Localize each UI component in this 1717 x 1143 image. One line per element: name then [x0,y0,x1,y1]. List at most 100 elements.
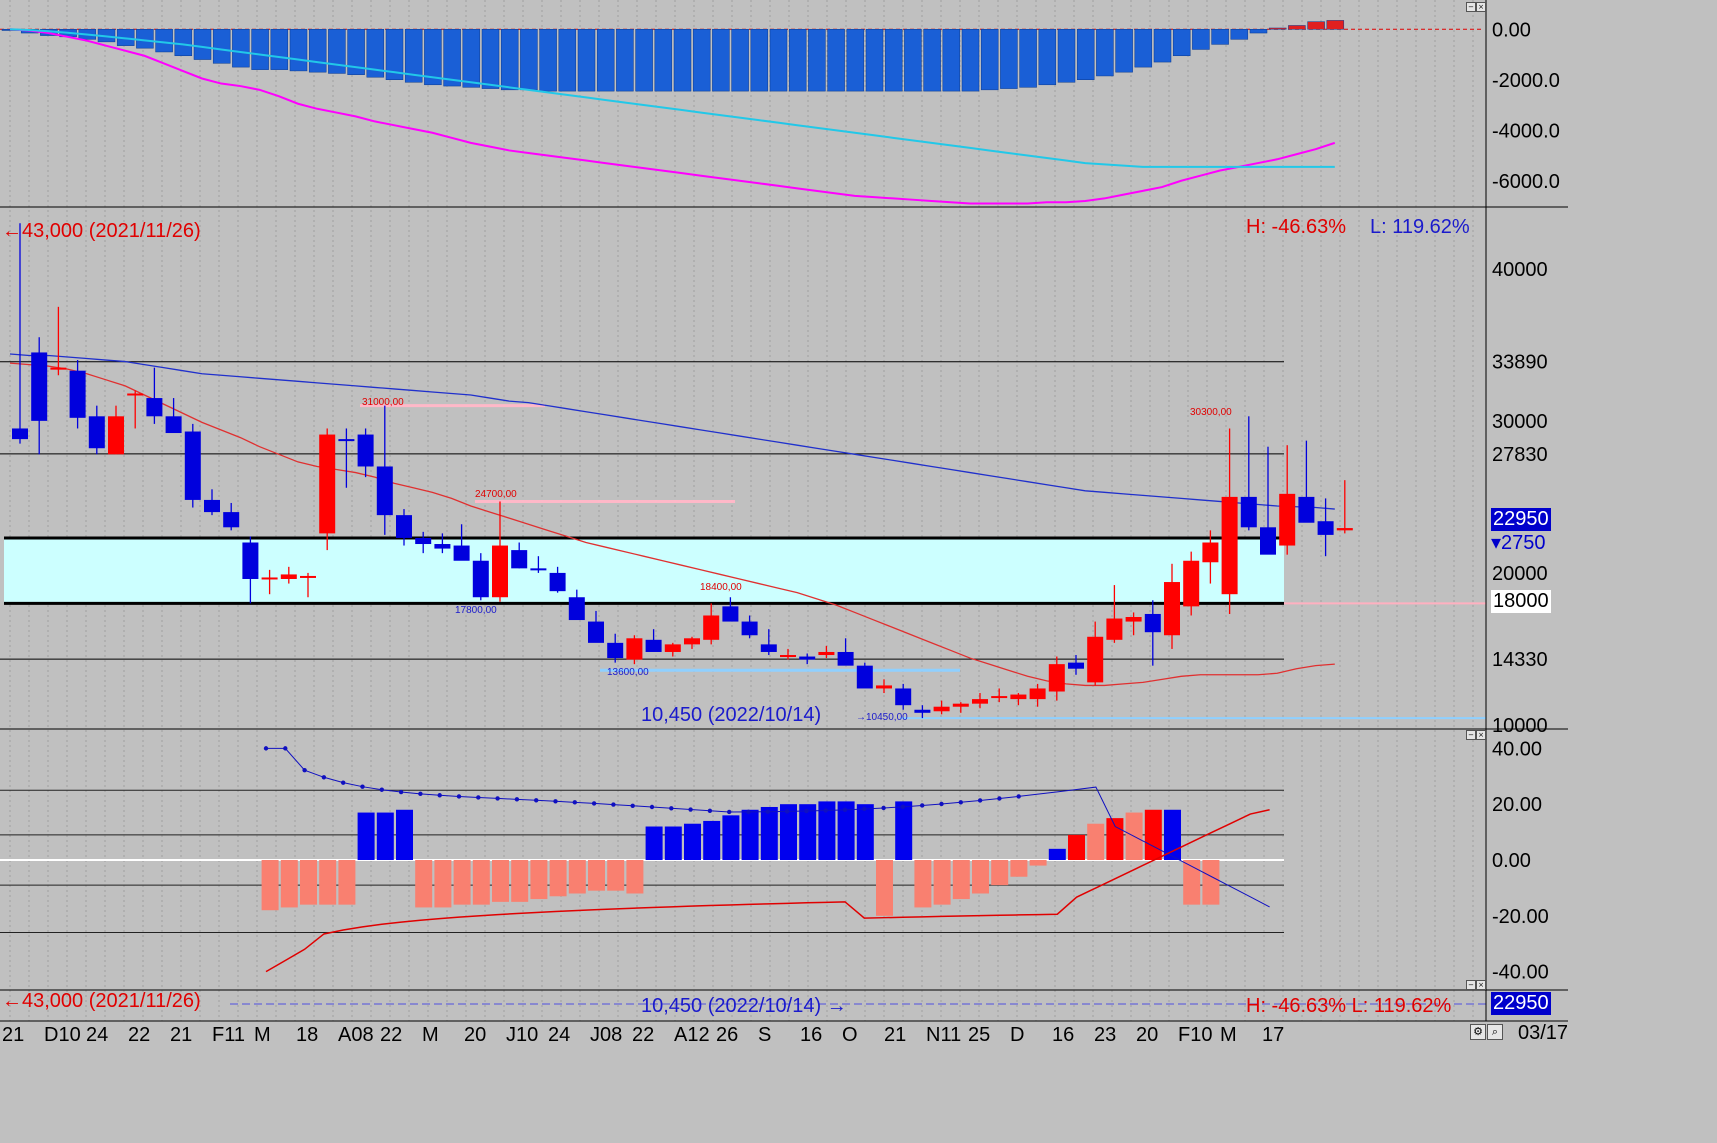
macd-histogram-bar [1307,21,1325,30]
oscillator-bar [549,860,567,897]
oscillator-bar [280,860,298,908]
macd-histogram-bar [1115,29,1133,73]
oscillator-bar [895,801,913,860]
oscillator-signal-point [977,798,983,803]
panel-minimize-icon[interactable]: − [1466,980,1476,990]
x-axis-tick-label: D [1010,1024,1024,1044]
macd-histogram-bar [750,29,769,92]
x-axis-tick-label: M [1220,1024,1237,1044]
macd-histogram-bar [155,29,173,53]
candle-body [12,428,28,440]
macd-histogram-bar [193,29,212,60]
oscillator-signal-point [630,803,635,808]
macd-histogram-bar [1172,29,1191,57]
ticker-high-marker: ←43,000 (2021/11/26) [2,990,201,1012]
macd-histogram-bar [788,29,807,92]
candle-body [722,606,739,622]
oscillator-signal-point [263,746,269,751]
x-axis-tick-label: 25 [968,1024,990,1044]
price-y-tick-label: 27830 [1492,444,1548,466]
x-axis-tick-label: F10 [1178,1024,1212,1044]
oscillator-signal-point [939,801,944,807]
oscillator-signal-point [746,809,751,815]
macd-histogram-bar [232,29,250,68]
candle-body [568,597,585,621]
oscillator-signal-point [283,746,288,751]
annotation-label: 31000,00 [362,397,404,408]
x-axis-tick-label: 20 [464,1024,486,1044]
oscillator-bar [568,860,586,894]
x-axis-tick-label: O [842,1024,858,1044]
oscillator-bar [1106,818,1124,860]
x-axis-end-label: 03/17 [1518,1022,1569,1044]
macd-histogram-bar [1000,29,1018,89]
oscillator-signal-point [476,795,481,800]
macd-histogram-bar [1076,29,1095,80]
candle-body [242,542,259,579]
oscillator-signal-point [649,804,655,810]
oscillator-signal-point [842,807,848,813]
candle-body [684,638,700,645]
oscillator-bar [261,860,279,911]
oscillator-signal-point [765,809,770,814]
oscillator-bar [338,860,356,905]
macd-histogram-bar [1096,29,1114,77]
candle-body [338,439,355,442]
panel-close-icon[interactable]: × [1476,2,1486,12]
macd-histogram-bar [1038,29,1057,86]
macd-histogram-bar [270,29,289,70]
osc-y-tick-label: -40.00 [1492,962,1549,984]
oscillator-signal-point [707,808,713,813]
macd-histogram-bar [865,29,884,92]
macd-histogram-bar [520,29,538,91]
oscillator-signal-point [456,794,462,799]
x-axis-tick-label: A12 [674,1024,710,1044]
oscillator-bar [914,860,932,908]
macd-histogram-bar [1211,29,1229,45]
zoom-icon[interactable]: ⌕ [1487,1024,1503,1040]
candle-body [511,550,528,569]
candle-body [760,644,777,652]
candle-body [914,709,931,713]
x-axis-tick-label: S [758,1024,771,1044]
x-axis-tick-label: 23 [1094,1024,1116,1044]
macd-histogram-bar [308,29,327,73]
support-band [4,537,1284,604]
ticker-low-marker: 10,450 (2022/10/14) → [641,995,847,1017]
panel-minimize-icon[interactable]: − [1466,2,1476,12]
stat-high-label: H: -46.63% [1246,216,1347,238]
oscillator-signal-point [534,798,539,803]
candle-body [1125,617,1142,622]
macd-y-tick-label: -4000.0 [1492,120,1560,142]
candle-body [1202,542,1219,563]
candle-body [127,393,144,396]
macd-histogram-bar [1230,29,1249,40]
panel-minimize-icon[interactable]: − [1466,730,1476,740]
candle-body [415,537,432,545]
oscillator-bar [876,860,893,916]
candle-body [626,638,643,660]
macd-histogram-bar [1268,27,1287,30]
x-axis-tick-label: 26 [716,1024,738,1044]
stock-chart: 0.00 -2000.0 -4000.0 -6000.0 40000 33890 30000… [0,0,1568,1044]
oscillator-signal-point [572,800,577,805]
x-axis-tick-label: 22 [632,1024,654,1044]
panel-close-icon[interactable]: × [1476,730,1486,740]
settings-icon[interactable]: ⚙ [1470,1024,1486,1040]
oscillator-signal-point [437,793,442,798]
candle-body [184,431,201,500]
candle-body [1068,662,1084,669]
oscillator-signal-point [360,784,365,789]
panel-close-icon[interactable]: × [1476,980,1486,990]
candle-body [876,685,892,689]
oscillator-bar [588,860,605,891]
candle-body [1048,664,1065,692]
oscillator-bar [972,860,989,894]
annotation-label: 24700,00 [475,489,517,500]
macd-histogram-bar [1019,29,1037,88]
oscillator-bar [1087,823,1105,860]
x-axis-tick-label: 21 [170,1024,192,1044]
annotation-label: 13600,00 [607,667,649,678]
macd-histogram-bar [942,29,961,92]
candle-body [1260,527,1276,555]
